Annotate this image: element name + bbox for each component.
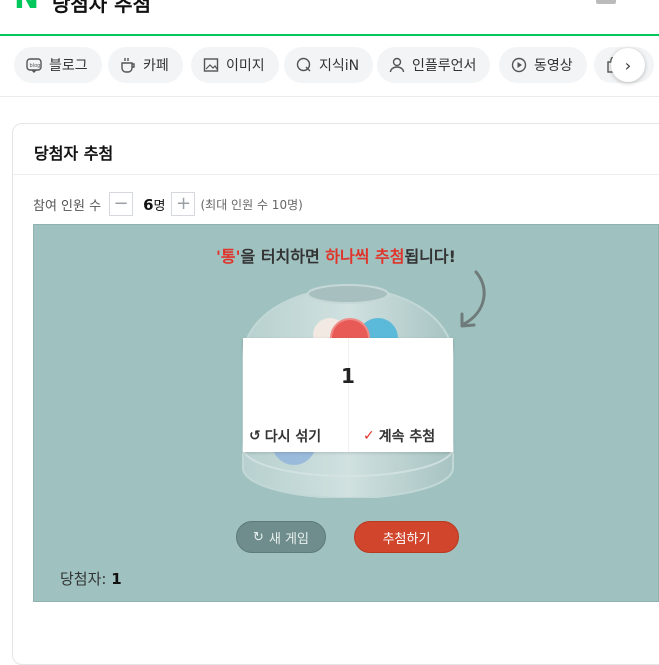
tab-label: 블로그 (49, 58, 88, 74)
tab-influencer[interactable]: 인플루언서 (377, 47, 491, 83)
keyboard-icon[interactable] (596, 0, 616, 4)
naver-logo[interactable]: N (14, 0, 40, 14)
undo-icon: ↺ (249, 428, 261, 444)
participant-count-value: 6 (143, 195, 154, 214)
hint-part3: 하나씩 추첨 (325, 247, 405, 266)
max-note: (최대 인원 수 10명) (200, 197, 303, 212)
reshuffle-button[interactable]: ↺ 다시 섞기 (249, 426, 321, 446)
tabs-next-button[interactable]: › (611, 48, 645, 82)
winner-value: 1 (111, 570, 122, 588)
continue-draw-button[interactable]: ✓ 계속 추첨 (363, 426, 435, 446)
person-icon (389, 57, 405, 73)
participant-count: 6명 (143, 195, 165, 214)
tab-label: 인플루언서 (412, 58, 477, 74)
winner-display: 당첨자: 1 (60, 568, 122, 589)
tab-blog[interactable]: blog 블로그 (14, 47, 102, 83)
drawn-number: 1 (341, 364, 355, 388)
search-tabs: blog 블로그 카페 이미지 지식iN 인플루언서 동영상 (0, 36, 659, 97)
chevron-right-icon: › (624, 55, 632, 75)
new-game-label: 새 게임 (268, 531, 309, 547)
hint-part4: 됩니다! (404, 247, 456, 266)
instruction-text: '통'을 터치하면 하나씩 추첨됩니다! (216, 243, 456, 267)
check-icon: ✓ (363, 428, 375, 444)
tab-video[interactable]: 동영상 (499, 47, 587, 83)
curved-arrow-icon (460, 270, 486, 328)
image-icon (203, 57, 219, 73)
card-title: 당첨자 추첨 (34, 144, 114, 163)
hint-part2: 을 터치하면 (240, 247, 326, 266)
new-game-button[interactable]: ↻ 새 게임 (236, 521, 326, 553)
refresh-icon: ↻ (253, 529, 264, 545)
video-icon (511, 57, 527, 73)
increase-button[interactable]: + (171, 192, 196, 216)
draw-button[interactable]: 추첨하기 (354, 521, 459, 553)
tab-cafe[interactable]: 카페 (108, 47, 183, 83)
continue-label: 계속 추첨 (378, 429, 436, 445)
hint-part1: '통' (216, 247, 241, 266)
tab-image[interactable]: 이미지 (191, 47, 279, 83)
search-query[interactable]: 당첨자 추첨 (52, 0, 151, 17)
tab-knowledge[interactable]: 지식iN (284, 47, 374, 83)
winner-label: 당첨자: (60, 570, 112, 588)
participant-count-unit: 명 (153, 198, 166, 214)
decrease-button[interactable]: − (109, 192, 134, 216)
tab-label: 동영상 (534, 58, 573, 74)
svg-text:blog: blog (30, 63, 41, 69)
tab-label: 카페 (143, 58, 169, 74)
tab-label: 이미지 (226, 58, 265, 74)
top-bar: N 당첨자 추첨 (0, 0, 659, 36)
result-panel: 1 ↺ 다시 섞기 ✓ 계속 추첨 (243, 338, 453, 452)
blog-icon: blog (26, 57, 42, 73)
participant-count-row: 참여 인원 수 − 6명 + (최대 인원 수 10명) (33, 190, 303, 218)
card-divider (13, 174, 659, 175)
reshuffle-label: 다시 섞기 (264, 429, 322, 445)
cafe-icon (120, 57, 136, 73)
result-divider (348, 338, 349, 452)
participant-label: 참여 인원 수 (33, 198, 102, 214)
knowledge-icon (296, 57, 312, 73)
tab-label: 지식iN (319, 58, 360, 74)
